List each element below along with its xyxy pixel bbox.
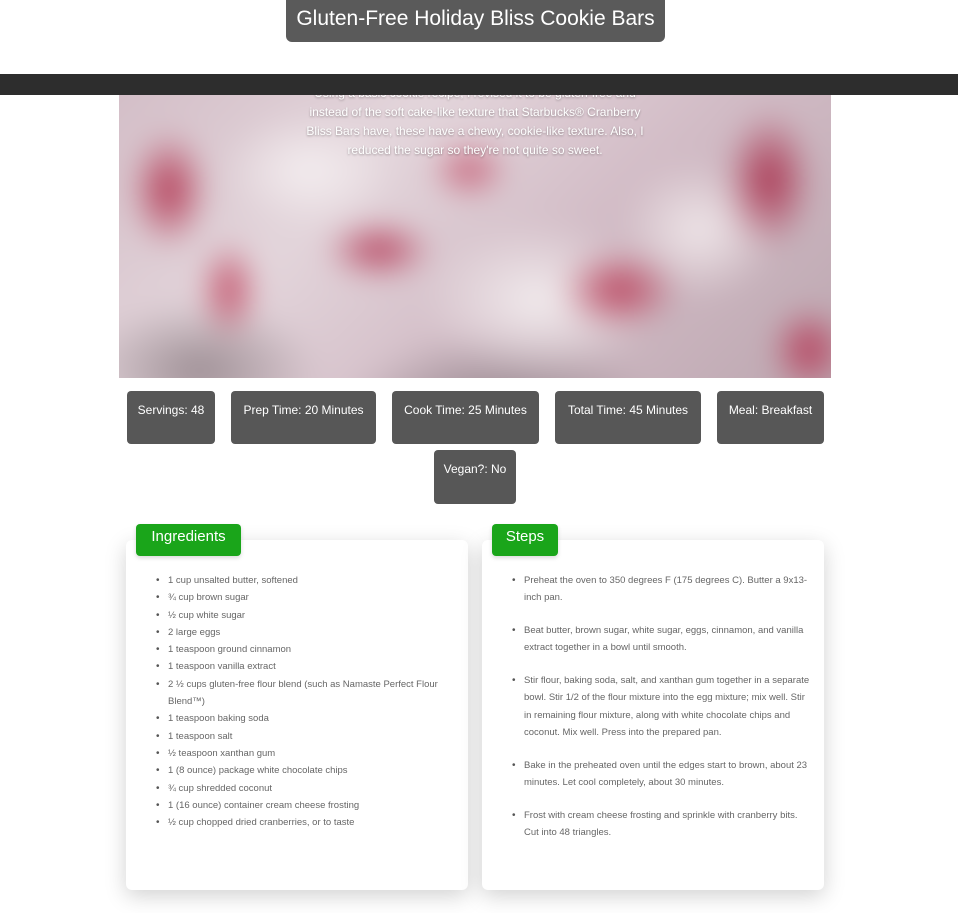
step-item: Stir flour, baking soda, salt, and xanth… — [512, 672, 812, 741]
step-item: Frost with cream cheese frosting and spr… — [512, 807, 812, 842]
vegan-badge: Vegan?: No — [434, 450, 516, 504]
ingredient-item: 1 teaspoon vanilla extract — [156, 658, 456, 676]
step-item: Preheat the oven to 350 degrees F (175 d… — [512, 572, 812, 607]
steps-heading: Steps — [492, 524, 558, 556]
steps-list: Preheat the oven to 350 degrees F (175 d… — [512, 572, 812, 857]
ingredient-item: 1 teaspoon ground cinnamon — [156, 641, 456, 659]
ingredient-item: 2 ½ cups gluten-free flour blend (such a… — [156, 676, 456, 711]
ingredient-item: 1 (8 ounce) package white chocolate chip… — [156, 762, 456, 780]
ingredient-item: ½ teaspoon xanthan gum — [156, 745, 456, 763]
servings-badge: Servings: 48 — [127, 391, 215, 444]
prep-time-badge: Prep Time: 20 Minutes — [231, 391, 376, 444]
ingredient-item: ¾ cup brown sugar — [156, 589, 456, 607]
step-item: Beat butter, brown sugar, white sugar, e… — [512, 622, 812, 657]
page-title: Gluten-Free Holiday Bliss Cookie Bars — [286, 0, 665, 42]
ingredients-heading: Ingredients — [136, 524, 241, 556]
ingredient-item: ¾ cup shredded coconut — [156, 780, 456, 798]
ingredient-item: 1 cup unsalted butter, softened — [156, 572, 456, 590]
ingredient-item: 1 teaspoon salt — [156, 728, 456, 746]
total-time-badge: Total Time: 45 Minutes — [555, 391, 701, 444]
top-bar — [0, 74, 958, 95]
step-item: Bake in the preheated oven until the edg… — [512, 757, 812, 792]
recipe-description: Using a basic cookie recipe, I revised i… — [306, 86, 644, 157]
ingredient-item: 1 (16 ounce) container cream cheese fros… — [156, 797, 456, 815]
ingredient-item: 2 large eggs — [156, 624, 456, 642]
ingredient-item: ½ cup chopped dried cranberries, or to t… — [156, 814, 456, 832]
meal-badge: Meal: Breakfast — [717, 391, 824, 444]
ingredients-list: 1 cup unsalted butter, softened¾ cup bro… — [156, 572, 456, 832]
recipe-page: Using a basic cookie recipe, I revised i… — [0, 0, 958, 913]
ingredient-item: 1 teaspoon baking soda — [156, 710, 456, 728]
cook-time-badge: Cook Time: 25 Minutes — [392, 391, 539, 444]
ingredient-item: ½ cup white sugar — [156, 607, 456, 625]
